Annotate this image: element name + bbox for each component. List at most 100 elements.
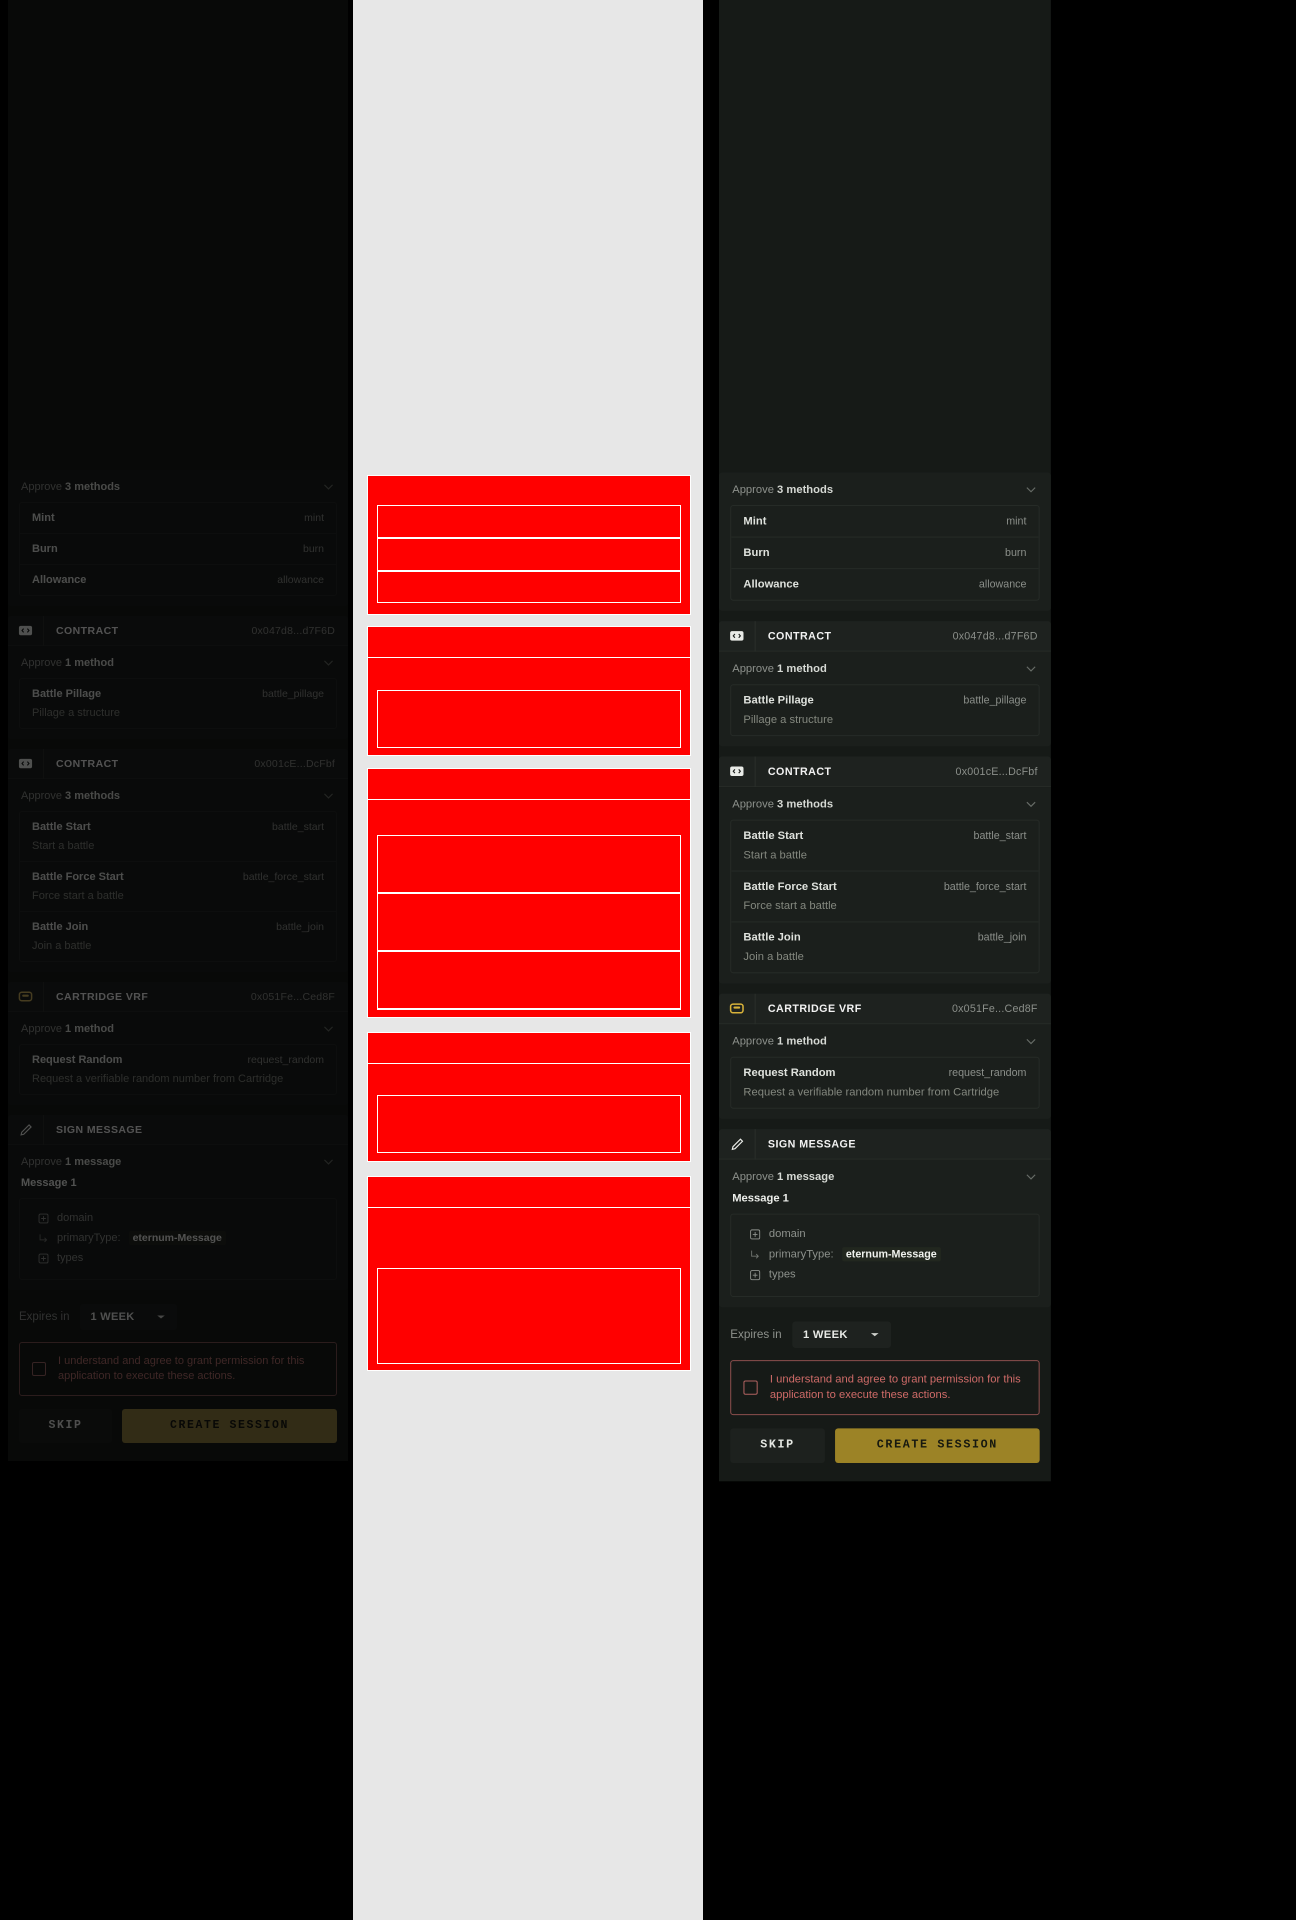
field-label: primaryType: [768, 1248, 834, 1261]
approve-toggle-3[interactable]: Approve 1 method [719, 1024, 1051, 1057]
consent-row[interactable]: I understand and agree to grant permissi… [730, 1360, 1040, 1415]
mask-box-method [377, 505, 681, 538]
table-row[interactable]: Allowance allowance [731, 569, 1038, 600]
consent-row[interactable]: I understand and agree to grant permissi… [19, 1342, 337, 1396]
message-body: domain primaryType: eternum-Message type… [19, 1198, 337, 1280]
chevron-down-icon[interactable] [1024, 1034, 1037, 1047]
method-row[interactable]: Battle Start battle_start Start a battle [20, 812, 336, 862]
approve-toggle-message[interactable]: Approve 1 message [719, 1160, 1051, 1193]
chevron-down-icon[interactable] [322, 480, 335, 493]
chevron-down-icon[interactable] [322, 656, 335, 669]
method-list-2: Battle Start battle_start Start a battle … [730, 819, 1040, 974]
create-session-button[interactable]: CREATE SESSION [835, 1428, 1040, 1463]
approve-toggle-1[interactable]: Approve 1 method [719, 652, 1051, 685]
plus-box-icon[interactable] [38, 1213, 49, 1224]
section-sign-message: SIGN MESSAGE Approve 1 message Message 1… [719, 1129, 1051, 1308]
mask-box-message-body [377, 1268, 681, 1364]
message-field-primarytype: primaryType: eternum-Message [743, 1244, 1026, 1265]
section-contract-047d8: CONTRACT 0x047d8...d7F6D Approve 1 metho… [8, 616, 348, 739]
mask-box-methodlist-0 [377, 505, 681, 603]
method-row[interactable]: Mint mint [20, 503, 336, 534]
method-row[interactable]: Allowance allowance [20, 565, 336, 595]
chevron-down-icon[interactable] [1024, 797, 1037, 810]
approve-toggle-1[interactable]: Approve 1 method [8, 646, 348, 678]
field-label: types [57, 1252, 84, 1264]
arrow-branch-icon [39, 1233, 48, 1242]
mask-box-method [377, 893, 681, 951]
chevron-down-icon[interactable] [1024, 662, 1037, 675]
expires-select[interactable]: 1 WEEK [791, 1321, 892, 1348]
method-row[interactable]: Battle Force Start battle_force_start For… [20, 862, 336, 912]
checkbox-unchecked-icon[interactable] [32, 1361, 46, 1376]
method-row[interactable]: Burn burn [20, 534, 336, 565]
message-field-types[interactable]: types [32, 1249, 324, 1268]
chevron-down-icon[interactable] [322, 1022, 335, 1035]
session-footer: Expires in 1 WEEK I understand and agree… [8, 1300, 348, 1455]
mask-box-method [377, 538, 681, 571]
section-cartridge-vrf: CARTRIDGE VRF 0x051Fe...Ced8F Approve 1 … [8, 982, 348, 1105]
chevron-down-icon[interactable] [322, 1155, 335, 1168]
approve-toggle-0[interactable]: Approve 3 methods [8, 470, 348, 502]
plus-box-icon[interactable] [750, 1228, 761, 1239]
top-spacer [8, 0, 348, 470]
mask-box-method [377, 835, 681, 893]
caret-down-icon[interactable] [156, 1314, 166, 1320]
message-field-domain[interactable]: domain [743, 1225, 1026, 1244]
message-field-primarytype: primaryType: eternum-Message [32, 1228, 324, 1249]
skip-button[interactable]: SKIP [19, 1408, 112, 1443]
method-row[interactable]: Request Random request_random Request a v… [20, 1045, 336, 1094]
method-list-0: Mint mint Burn burn Allowance allowance [730, 505, 1040, 601]
message-field-types[interactable]: types [743, 1265, 1026, 1284]
chevron-down-icon[interactable] [1024, 483, 1037, 496]
checkbox-unchecked-icon[interactable] [743, 1380, 758, 1395]
method-row[interactable]: Battle Pillage battle_pillage Pillage a … [20, 679, 336, 728]
approve-toggle-3[interactable]: Approve 1 method [8, 1012, 348, 1044]
code-icon [8, 616, 44, 646]
table-row[interactable]: Battle Pillage battle_pillage Pillage a s… [731, 685, 1038, 735]
field-value: eternum-Message [841, 1247, 941, 1262]
table-row[interactable]: Burn burn [731, 538, 1039, 570]
session-scroll-normal[interactable]: Approve 3 methods Mint mint Burn burn Allo… [719, 472, 1051, 1481]
mask-box-header [367, 1176, 691, 1208]
cartridge-icon [719, 993, 756, 1024]
plus-box-icon[interactable] [750, 1269, 761, 1280]
chevron-down-icon[interactable] [1024, 1170, 1037, 1183]
message-title: Message 1 [732, 1192, 789, 1205]
approve-toggle-2[interactable]: Approve 3 methods [8, 779, 348, 811]
method-row[interactable]: Battle Join battle_join Join a battle [20, 912, 336, 961]
session-scroll-dimmed[interactable]: Approve 3 methods Mint mint Burn burn Al… [8, 470, 348, 1461]
field-label: domain [57, 1212, 94, 1224]
mask-box-sign-message [367, 1176, 691, 1371]
approve-toggle-2[interactable]: Approve 3 methods [719, 787, 1051, 820]
card-header: CARTRIDGE VRF 0x051Fe...Ced8F [8, 982, 348, 1012]
pencil-icon [8, 1115, 44, 1145]
button-row: SKIP CREATE SESSION [730, 1428, 1040, 1463]
table-row[interactable]: Battle Start battle_start Start a battle [731, 821, 1039, 872]
card-header: CONTRACT 0x047d8...d7F6D [8, 616, 348, 646]
create-session-button[interactable]: CREATE SESSION [122, 1408, 337, 1443]
button-row: SKIP CREATE SESSION [19, 1408, 337, 1443]
table-row[interactable]: Request Random request_random Request a v… [731, 1058, 1038, 1108]
approve-label-0: Approve 3 methods [21, 480, 121, 493]
chevron-down-icon[interactable] [322, 789, 335, 802]
table-row[interactable]: Mint mint [731, 506, 1039, 538]
mask-box-section-1 [367, 626, 691, 756]
mask-box-section-3 [367, 1032, 691, 1162]
message-body: domain primaryType: eternum-Message type… [730, 1213, 1040, 1298]
table-row[interactable]: Battle Join battle_join Join a battle [731, 922, 1038, 972]
mask-box-section-2 [367, 768, 691, 1018]
skip-button[interactable]: SKIP [730, 1428, 825, 1463]
method-list-1: Battle Pillage battle_pillage Pillage a … [19, 678, 337, 729]
message-field-domain[interactable]: domain [32, 1209, 324, 1228]
plus-box-icon[interactable] [38, 1253, 49, 1264]
expires-select[interactable]: 1 WEEK [79, 1304, 178, 1330]
section-contract-047d8: CONTRACT 0x047d8...d7F6D Approve 1 metho… [719, 621, 1051, 747]
approve-toggle-message[interactable]: Approve 1 message [8, 1145, 348, 1177]
approve-toggle-0[interactable]: Approve 3 methods [719, 472, 1051, 505]
consent-text: I understand and agree to grant permissi… [769, 1373, 1021, 1401]
mask-box-header [367, 626, 691, 658]
caret-down-icon[interactable] [870, 1332, 880, 1338]
table-row[interactable]: Battle Force Start battle_force_start For… [731, 872, 1039, 923]
consent-text: I understand and agree to grant permissi… [58, 1355, 305, 1382]
arrow-branch-icon [751, 1250, 759, 1259]
